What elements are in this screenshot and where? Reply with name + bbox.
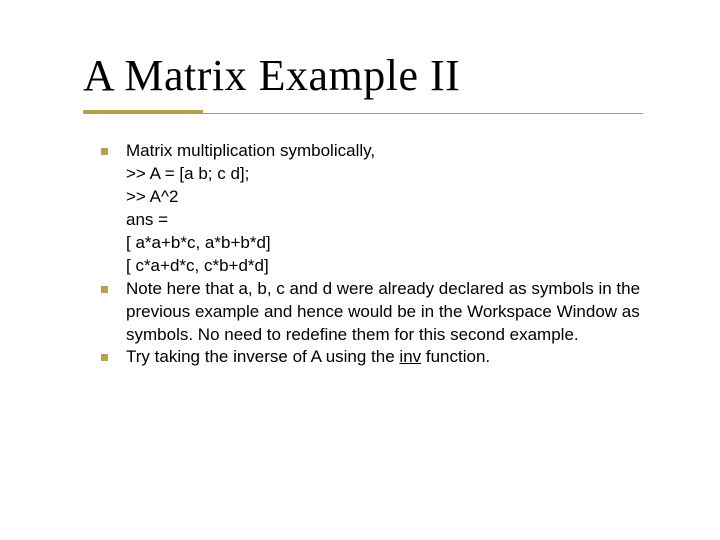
bullet-square-icon (101, 148, 108, 155)
bullet-square-icon (101, 354, 108, 361)
code-line: [ a*a+b*c, a*b+b*d] (83, 232, 658, 255)
title-divider (83, 113, 643, 114)
bullet-text-before: Try taking the inverse of A using the (126, 347, 399, 366)
code-line: [ c*a+d*c, c*b+d*d] (83, 255, 658, 278)
code-line: ans = (83, 209, 658, 232)
slide-title: A Matrix Example II (83, 50, 460, 101)
code-line: >> A^2 (83, 186, 658, 209)
slide: A Matrix Example II Matrix multiplicatio… (0, 0, 720, 540)
inv-function-name: inv (399, 347, 421, 366)
bullet-text: Matrix multiplication symbolically, (126, 140, 658, 163)
bullet-text: Try taking the inverse of A using the in… (126, 346, 658, 369)
bullet-text-after: function. (421, 347, 490, 366)
bullet-item: Note here that a, b, c and d were alread… (83, 278, 658, 347)
bullet-item: Try taking the inverse of A using the in… (83, 346, 658, 369)
slide-body: Matrix multiplication symbolically, >> A… (83, 140, 658, 369)
code-line: >> A = [a b; c d]; (83, 163, 658, 186)
bullet-text: Note here that a, b, c and d were alread… (126, 278, 658, 347)
bullet-item: Matrix multiplication symbolically, (83, 140, 658, 163)
bullet-square-icon (101, 286, 108, 293)
